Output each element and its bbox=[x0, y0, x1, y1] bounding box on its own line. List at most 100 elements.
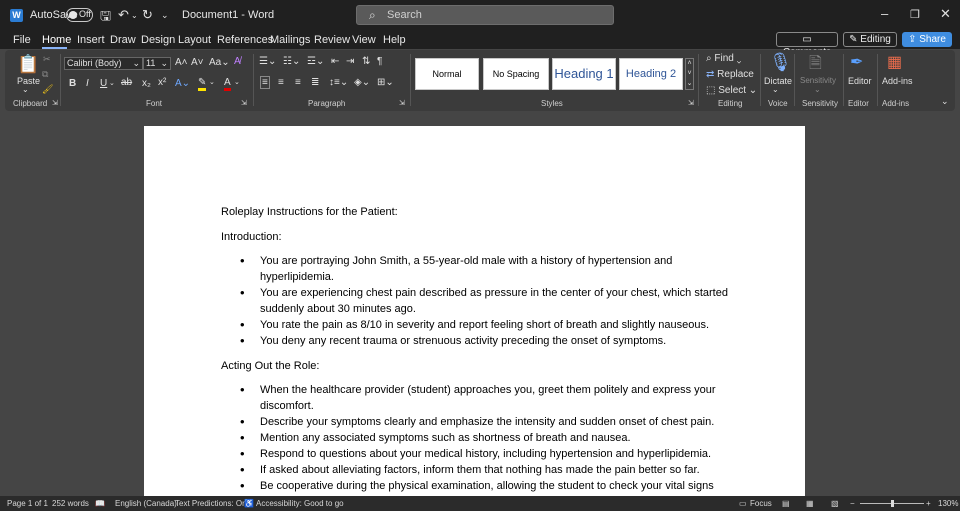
style-normal[interactable]: Normal bbox=[415, 58, 479, 90]
document-page[interactable]: Roleplay Instructions for the Patient: I… bbox=[144, 126, 805, 496]
minimize-icon[interactable]: – bbox=[881, 6, 888, 21]
zoom-slider-handle[interactable] bbox=[891, 500, 894, 507]
paste-dropdown-icon[interactable]: ⌄ bbox=[22, 85, 29, 94]
tab-draw[interactable]: Draw bbox=[110, 34, 136, 46]
replace-button[interactable]: ⇄ Replace bbox=[706, 69, 754, 80]
read-mode-icon[interactable]: ▤ bbox=[782, 499, 790, 508]
tab-help[interactable]: Help bbox=[383, 34, 406, 46]
autosave-toggle[interactable]: Off bbox=[66, 8, 93, 22]
strikethrough-icon[interactable]: ab bbox=[121, 77, 132, 88]
highlight-dropdown-icon[interactable]: ⌄ bbox=[209, 78, 215, 86]
select-button[interactable]: ⬚ Select ⌄ bbox=[706, 85, 757, 96]
tab-home[interactable]: Home bbox=[42, 34, 71, 46]
superscript-icon[interactable]: x² bbox=[158, 77, 166, 88]
justify-icon[interactable]: ≣ bbox=[311, 77, 319, 88]
word-count[interactable]: 252 words bbox=[52, 499, 89, 508]
bullets-icon[interactable]: ☰⌄ bbox=[259, 56, 276, 67]
font-size-combo[interactable]: 11 ⌄ bbox=[143, 57, 171, 70]
add-ins-button-label[interactable]: Add-ins bbox=[882, 76, 913, 86]
clear-formatting-icon[interactable]: A̸ bbox=[234, 56, 241, 67]
collapse-ribbon-icon[interactable]: ⌄ bbox=[941, 96, 949, 107]
editing-mode-button[interactable]: ✎ Editing ⌄ bbox=[843, 32, 897, 58]
underline-dropdown-icon[interactable]: ⌄ bbox=[109, 79, 115, 87]
accessibility-icon[interactable]: ♿ bbox=[244, 499, 254, 508]
zoom-in-icon[interactable]: + bbox=[926, 499, 931, 508]
tab-mailings[interactable]: Mailings bbox=[270, 34, 310, 46]
font-launcher-icon[interactable]: ⇲ bbox=[241, 99, 247, 107]
style-heading-2[interactable]: Heading 2 bbox=[619, 58, 683, 90]
close-icon[interactable]: ✕ bbox=[940, 6, 951, 22]
cut-icon[interactable]: ✂ bbox=[43, 54, 51, 65]
font-size-dropdown-icon[interactable]: ⌄ bbox=[160, 58, 168, 69]
save-icon[interactable]: 🖫 bbox=[100, 7, 111, 29]
change-case-icon[interactable]: Aa⌄ bbox=[209, 57, 230, 68]
highlight-icon[interactable]: ✎ bbox=[198, 77, 207, 91]
subscript-icon[interactable]: x₂ bbox=[142, 78, 151, 89]
style-heading-1[interactable]: Heading 1 bbox=[552, 58, 616, 90]
underline-icon[interactable]: U bbox=[100, 78, 107, 89]
font-color-icon[interactable]: A bbox=[224, 77, 231, 91]
find-button[interactable]: ⌕ Find ⌄ bbox=[706, 53, 741, 64]
font-name-dropdown-icon[interactable]: ⌄ bbox=[132, 58, 140, 69]
style-no-spacing[interactable]: No Spacing bbox=[483, 58, 549, 90]
editor-button-label[interactable]: Editor bbox=[848, 76, 872, 86]
align-center-icon[interactable]: ≡ bbox=[278, 77, 284, 88]
search-input[interactable]: ⌕ Search bbox=[356, 5, 614, 25]
decrease-indent-icon[interactable]: ⇤ bbox=[331, 56, 339, 67]
increase-indent-icon[interactable]: ⇥ bbox=[346, 56, 354, 67]
align-right-icon[interactable]: ≡ bbox=[295, 77, 301, 88]
tab-insert[interactable]: Insert bbox=[77, 34, 105, 46]
text-effects-icon[interactable]: A⌄ bbox=[175, 78, 190, 89]
sensitivity-dropdown-icon[interactable]: ⌄ bbox=[814, 85, 821, 94]
web-layout-icon[interactable]: ▧ bbox=[831, 499, 839, 508]
zoom-out-icon[interactable]: − bbox=[850, 499, 855, 508]
align-left-icon[interactable]: ≡ bbox=[260, 76, 270, 89]
text-predictions[interactable]: Text Predictions: On bbox=[175, 499, 247, 508]
focus-icon[interactable]: ▭ bbox=[739, 499, 747, 508]
sort-icon[interactable]: ⇅ bbox=[362, 56, 370, 67]
undo-dropdown-icon[interactable]: ⌄ bbox=[131, 11, 138, 20]
tab-layout[interactable]: Layout bbox=[178, 34, 211, 46]
print-layout-icon[interactable]: ▦ bbox=[806, 499, 814, 508]
redo-icon[interactable]: ↻ bbox=[142, 7, 153, 23]
customize-toolbar-icon[interactable]: ⌄ bbox=[161, 10, 169, 21]
add-ins-icon[interactable]: ▦ bbox=[887, 52, 902, 72]
dictate-dropdown-icon[interactable]: ⌄ bbox=[772, 85, 779, 94]
shading-icon[interactable]: ◈⌄ bbox=[354, 77, 370, 88]
shrink-font-icon[interactable]: A˅ bbox=[191, 57, 204, 68]
sensitivity-icon[interactable]: 🗎 bbox=[809, 52, 822, 79]
page-count[interactable]: Page 1 of 1 bbox=[7, 499, 48, 508]
focus-label[interactable]: Focus bbox=[750, 499, 772, 508]
format-painter-icon[interactable]: 🖌 bbox=[42, 84, 53, 95]
tab-review[interactable]: Review bbox=[314, 34, 350, 46]
numbering-icon[interactable]: ☷⌄ bbox=[283, 56, 300, 67]
comments-button[interactable]: ▭ Comments bbox=[776, 32, 838, 58]
tab-design[interactable]: Design bbox=[141, 34, 175, 46]
proofing-icon[interactable]: 📖 bbox=[95, 499, 105, 508]
tab-view[interactable]: View bbox=[352, 34, 376, 46]
line-spacing-icon[interactable]: ↕≡⌄ bbox=[329, 77, 348, 88]
italic-icon[interactable]: I bbox=[86, 78, 89, 89]
undo-icon[interactable]: ↶ bbox=[118, 7, 129, 23]
zoom-level[interactable]: 130% bbox=[938, 499, 958, 508]
accessibility-status[interactable]: Accessibility: Good to go bbox=[256, 499, 344, 508]
copy-icon[interactable]: ⧉ bbox=[42, 69, 48, 80]
font-name-combo[interactable]: Calibri (Body) ⌄ bbox=[64, 57, 143, 70]
tab-file[interactable]: File bbox=[13, 34, 31, 46]
paste-icon[interactable]: 📋 bbox=[17, 54, 39, 75]
font-color-dropdown-icon[interactable]: ⌄ bbox=[234, 78, 240, 86]
editor-icon[interactable]: ✒ bbox=[850, 52, 863, 72]
multilevel-list-icon[interactable]: ☲⌄ bbox=[307, 56, 324, 67]
share-button[interactable]: ⇪ Share bbox=[902, 32, 952, 47]
microphone-icon[interactable]: 🎙 bbox=[769, 52, 792, 73]
grow-font-icon[interactable]: A˄ bbox=[175, 57, 188, 68]
styles-scroll[interactable]: ˄ ˅ ⌄ bbox=[685, 58, 694, 90]
borders-icon[interactable]: ⊞⌄ bbox=[377, 77, 394, 88]
restore-icon[interactable]: ❐ bbox=[910, 8, 920, 21]
language[interactable]: English (Canada) bbox=[115, 499, 177, 508]
paragraph-launcher-icon[interactable]: ⇲ bbox=[399, 99, 405, 107]
styles-launcher-icon[interactable]: ⇲ bbox=[688, 99, 694, 107]
bold-icon[interactable]: B bbox=[69, 78, 76, 89]
sensitivity-button-label[interactable]: Sensitivity bbox=[800, 76, 836, 85]
tab-references[interactable]: References bbox=[217, 34, 273, 46]
